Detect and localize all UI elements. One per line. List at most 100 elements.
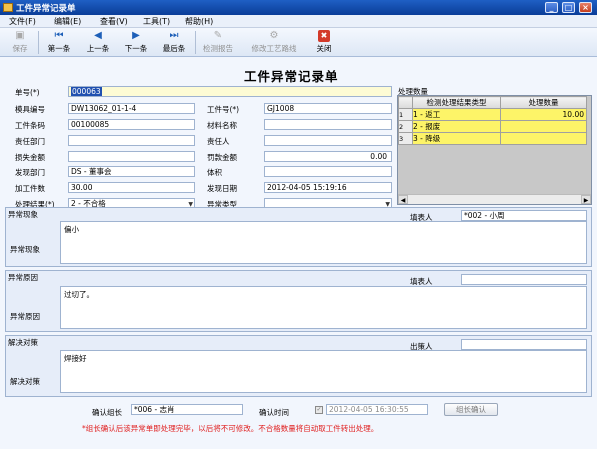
cause-filler-input[interactable] (461, 274, 587, 285)
report-icon: ✎ (213, 30, 223, 41)
qty-cell[interactable] (500, 132, 587, 145)
found-dept-input[interactable]: DS - 董事会 (68, 166, 195, 177)
menu-file[interactable]: 文件(F) (9, 16, 36, 27)
solution-textarea[interactable]: 焊接好 (60, 350, 587, 393)
last-label: 最后条 (162, 44, 186, 53)
table-row[interactable]: 3 3 - 降级 (398, 132, 587, 145)
qty-cell[interactable]: 10.00 (500, 108, 587, 121)
menu-help[interactable]: 帮助(H) (185, 16, 213, 27)
row-number: 3 (398, 132, 413, 145)
next-record-button[interactable]: ▶ 下一条 (120, 29, 152, 56)
confirm-time-label: 确认时间 (259, 408, 289, 417)
solution-side-label: 解决对策 (10, 377, 40, 386)
save-icon: ▣ (15, 30, 25, 41)
first-icon: ⏮ (54, 30, 64, 41)
first-label: 第一条 (47, 44, 71, 53)
next-label: 下一条 (124, 44, 148, 53)
title-bar: 工件异常记录单 _ □ × (0, 0, 597, 15)
window-title: 工件异常记录单 (16, 4, 76, 14)
order-no-input[interactable]: 000063 (68, 86, 392, 97)
minimize-button[interactable]: _ (545, 2, 558, 13)
window-close-button[interactable]: × (579, 2, 592, 13)
resp-person-label: 责任人 (207, 137, 230, 146)
row-number: 2 (398, 120, 413, 133)
table-row[interactable]: 2 2 - 报废 (398, 120, 587, 133)
notice-text: *组长确认后该异常单即处理完毕，以后将不可修改。不合格数量将自动取工件转出处理。 (82, 424, 379, 433)
type-cell[interactable]: 2 - 报废 (412, 120, 501, 133)
modify-route-button[interactable]: ⚙ 修改工艺路线 (245, 29, 303, 56)
row-number-header (398, 96, 413, 109)
menu-edit[interactable]: 编辑(E) (54, 16, 81, 27)
confirm-checkbox[interactable]: ✓ (315, 406, 323, 414)
workpiece-no-input[interactable]: GJ1008 (264, 103, 392, 114)
check-report-button[interactable]: ✎ 检测报告 (198, 29, 238, 56)
material-label: 材料名称 (207, 121, 237, 130)
menu-view[interactable]: 查看(V) (100, 16, 128, 27)
order-no-label: 单号(*) (15, 88, 40, 97)
fine-amount-label: 罚款金额 (207, 153, 237, 162)
order-no-value: 000063 (71, 87, 102, 96)
check-report-label: 检测报告 (203, 44, 233, 53)
leader-input[interactable]: *006 - 志肖 (131, 404, 243, 415)
save-button[interactable]: ▣ 保存 (8, 29, 32, 56)
last-icon: ⏭ (169, 30, 179, 41)
scroll-left-icon[interactable]: ◀ (398, 195, 408, 204)
process-qty-input[interactable]: 30.00 (68, 182, 195, 193)
solution-filler-input[interactable] (461, 339, 587, 350)
phenomenon-title: 异常现象 (8, 210, 38, 219)
volume-input[interactable] (264, 166, 392, 177)
leader-label: 确认组长 (92, 408, 122, 417)
close-form-button[interactable]: ✖ 关闭 (310, 29, 338, 56)
leader-confirm-button[interactable]: 组长确认 (444, 403, 498, 416)
barcode-input[interactable]: 00100085 (68, 119, 195, 130)
type-cell[interactable]: 3 - 降级 (412, 132, 501, 145)
loss-amount-label: 损失金额 (15, 153, 45, 162)
first-record-button[interactable]: ⏮ 第一条 (43, 29, 75, 56)
resp-dept-input[interactable] (68, 135, 195, 146)
table-row[interactable]: 1 1 - 返工 10.00 (398, 108, 587, 121)
column-header-qty[interactable]: 处理数量 (500, 96, 587, 109)
process-qty-label: 加工件数 (15, 184, 45, 193)
found-date-label: 发现日期 (207, 184, 237, 193)
qty-cell[interactable] (500, 120, 587, 133)
route-icon: ⚙ (269, 30, 279, 41)
found-date-input[interactable]: 2012-04-05 15:19:16 (264, 182, 392, 193)
save-label: 保存 (12, 44, 28, 53)
horizontal-scrollbar[interactable]: ◀ ▶ (398, 194, 591, 204)
found-dept-label: 发现部门 (15, 168, 45, 177)
modify-route-label: 修改工艺路线 (251, 44, 297, 53)
prev-icon: ◀ (94, 30, 102, 41)
loss-amount-input[interactable] (68, 151, 195, 162)
last-record-button[interactable]: ⏭ 最后条 (158, 29, 190, 56)
form-title: 工件异常记录单 (244, 69, 339, 84)
workpiece-no-label: 工件号(*) (207, 105, 240, 114)
cause-textarea[interactable]: 过切了。 (60, 286, 587, 329)
confirm-time-input[interactable]: 2012-04-05 16:30:55 (326, 404, 428, 415)
app-icon (3, 3, 13, 12)
material-input[interactable] (264, 119, 392, 130)
handle-qty-grid: 检测处理结果类型 处理数量 1 1 - 返工 10.00 2 2 - 报废 3 … (397, 95, 592, 205)
cause-side-label: 异常原因 (10, 312, 40, 321)
menu-tools[interactable]: 工具(T) (143, 16, 170, 27)
resp-person-input[interactable] (264, 135, 392, 146)
mold-no-input[interactable]: DW13062_01-1-4 (68, 103, 195, 114)
prev-label: 上一条 (86, 44, 110, 53)
close-label: 关闭 (316, 44, 332, 53)
cause-title: 异常原因 (8, 273, 38, 282)
mold-no-label: 模具编号 (15, 105, 45, 114)
volume-label: 体积 (207, 168, 222, 177)
scroll-right-icon[interactable]: ▶ (581, 195, 591, 204)
prev-record-button[interactable]: ◀ 上一条 (82, 29, 114, 56)
toolbar: ▣ 保存 ⏮ 第一条 ◀ 上一条 ▶ 下一条 ⏭ 最后条 ✎ 检测报告 ⚙ 修改工艺路线 ✖ 关… (0, 28, 597, 57)
fine-amount-input[interactable]: 0.00 (264, 151, 392, 162)
menu-bar: 文件(F) 编辑(E) 查看(V) 工具(T) 帮助(H) (0, 15, 597, 28)
next-icon: ▶ (132, 30, 140, 41)
type-cell[interactable]: 1 - 返工 (412, 108, 501, 121)
maximize-button[interactable]: □ (562, 2, 575, 13)
column-header-type[interactable]: 检测处理结果类型 (412, 96, 501, 109)
phenomenon-side-label: 异常现象 (10, 245, 40, 254)
solution-title: 解决对策 (8, 338, 38, 347)
row-number: 1 (398, 108, 413, 121)
phenomenon-filler-input[interactable]: *002 - 小周 (461, 210, 587, 221)
phenomenon-textarea[interactable]: 偏小 (60, 221, 587, 264)
